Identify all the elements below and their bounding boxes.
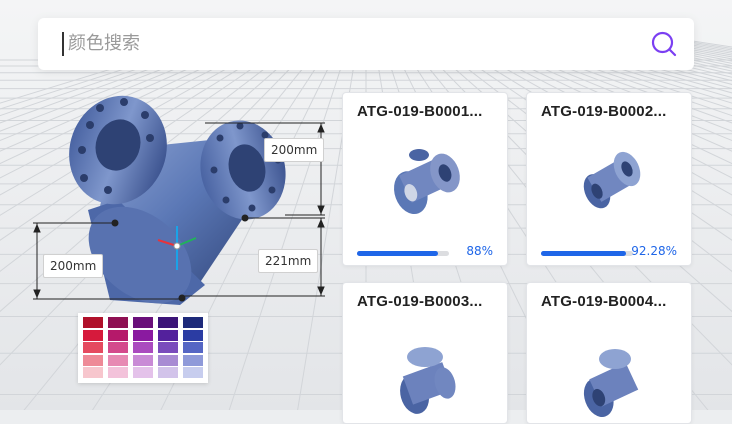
color-swatch[interactable] bbox=[133, 354, 153, 366]
color-swatch[interactable] bbox=[183, 342, 203, 353]
color-swatch[interactable] bbox=[83, 367, 103, 378]
valve-model[interactable] bbox=[54, 82, 296, 320]
dimension-label-top: 200mm bbox=[264, 138, 325, 162]
color-swatch[interactable] bbox=[83, 329, 103, 341]
color-swatch[interactable] bbox=[133, 342, 153, 353]
color-swatch[interactable] bbox=[83, 342, 103, 353]
color-swatch[interactable] bbox=[108, 367, 128, 378]
color-swatch[interactable] bbox=[108, 329, 128, 341]
valve-thumbnail bbox=[583, 349, 639, 418]
color-swatch[interactable] bbox=[158, 329, 178, 341]
color-swatch[interactable] bbox=[133, 329, 153, 341]
card-title: ATG-019-B0002... bbox=[541, 103, 667, 120]
color-swatch[interactable] bbox=[83, 354, 103, 366]
color-palette bbox=[78, 313, 208, 383]
progress-percent: 88% bbox=[466, 244, 493, 258]
progress-fill bbox=[541, 251, 626, 256]
search-placeholder: 颜色搜索 bbox=[68, 33, 140, 54]
model-viewer[interactable] bbox=[0, 80, 340, 320]
color-swatch[interactable] bbox=[158, 317, 178, 328]
color-swatch[interactable] bbox=[158, 367, 178, 378]
dimension-label-left: 200mm bbox=[43, 254, 104, 278]
valve-thumbnail bbox=[583, 151, 641, 209]
color-swatch[interactable] bbox=[108, 342, 128, 353]
color-swatch[interactable] bbox=[158, 354, 178, 366]
color-swatch[interactable] bbox=[83, 317, 103, 328]
color-search-bar[interactable]: 颜色搜索 bbox=[38, 18, 694, 70]
color-swatch[interactable] bbox=[158, 342, 178, 353]
card-title: ATG-019-B0004... bbox=[541, 293, 667, 310]
valve-thumbnail bbox=[394, 149, 460, 215]
progress-bar bbox=[357, 251, 449, 256]
color-swatch[interactable] bbox=[183, 367, 203, 378]
progress-percent: 92.28% bbox=[631, 244, 677, 258]
result-card[interactable]: ATG-019-B0003... bbox=[342, 282, 508, 424]
color-swatch[interactable] bbox=[183, 329, 203, 341]
search-icon[interactable] bbox=[650, 30, 678, 62]
color-swatch[interactable] bbox=[183, 354, 203, 366]
result-card[interactable]: ATG-019-B0001... 88% bbox=[342, 92, 508, 266]
valve-thumbnail bbox=[400, 347, 456, 414]
result-card[interactable]: ATG-019-B0002... 92.28% bbox=[526, 92, 692, 266]
color-swatch[interactable] bbox=[133, 367, 153, 378]
text-caret bbox=[62, 32, 64, 56]
color-swatch[interactable] bbox=[108, 354, 128, 366]
color-swatch[interactable] bbox=[183, 317, 203, 328]
dimension-label-right: 221mm bbox=[258, 249, 319, 273]
card-title: ATG-019-B0001... bbox=[357, 103, 483, 120]
result-card[interactable]: ATG-019-B0004... bbox=[526, 282, 692, 424]
color-swatch[interactable] bbox=[108, 317, 128, 328]
color-swatch[interactable] bbox=[133, 317, 153, 328]
progress-bar bbox=[541, 251, 633, 256]
progress-fill bbox=[357, 251, 438, 256]
card-title: ATG-019-B0003... bbox=[357, 293, 483, 310]
